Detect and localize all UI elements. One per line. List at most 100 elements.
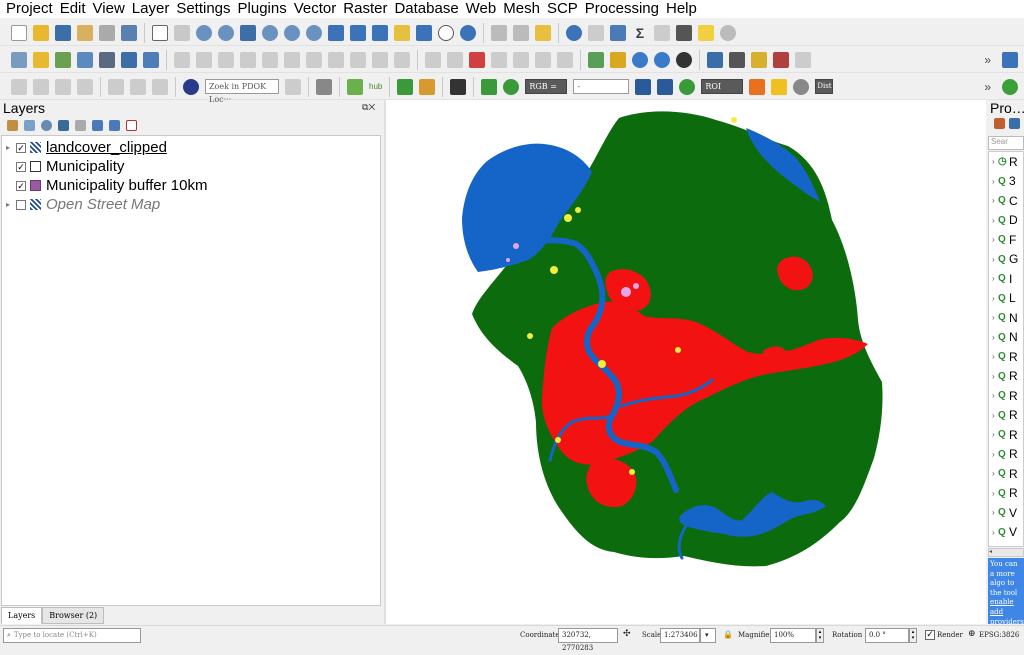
extents-toggle-icon[interactable]: ✣	[623, 629, 631, 639]
scp-rgb-next-icon[interactable]	[657, 78, 674, 95]
layer-row-landcover[interactable]: ▸ ✓ landcover_clipped	[6, 138, 167, 157]
expand-arrow-icon[interactable]: ›	[989, 489, 998, 498]
scale-combo[interactable]: 1:273406	[660, 628, 700, 643]
layer-row-municipality-buffer[interactable]: ✓ Municipality buffer 10km	[6, 176, 207, 195]
pan-icon[interactable]	[152, 24, 168, 41]
processing-provider-item[interactable]: › Q D	[989, 211, 1023, 231]
scp-tools-icon[interactable]	[450, 78, 467, 95]
processing-provider-item[interactable]: › Q R	[989, 445, 1023, 465]
scp-tool-2-icon[interactable]	[610, 51, 626, 68]
locator-search-input[interactable]: ⌕ Type to locate (Ctrl+K)	[3, 628, 141, 643]
help-icon[interactable]	[1002, 51, 1018, 68]
menu-help[interactable]: Help	[663, 0, 701, 18]
vector-tool-7-icon[interactable]	[152, 78, 168, 95]
copy-icon[interactable]	[328, 51, 344, 68]
open-project-icon[interactable]	[33, 24, 49, 41]
expand-arrow-icon[interactable]: ›	[989, 411, 998, 420]
menu-raster[interactable]: Raster	[340, 0, 391, 18]
locator-icon[interactable]	[720, 24, 736, 41]
zoom-full-icon[interactable]	[240, 24, 256, 41]
expand-arrow-icon[interactable]: ›	[989, 274, 998, 283]
add-wms-icon[interactable]	[121, 51, 137, 68]
scp-create-roi-icon[interactable]	[749, 78, 766, 95]
menu-vector[interactable]: Vector	[291, 0, 341, 18]
map-tips-icon[interactable]	[676, 24, 692, 41]
redo-icon[interactable]	[394, 51, 410, 68]
zoom-selection-icon[interactable]	[262, 24, 278, 41]
annotation-icon[interactable]	[698, 24, 714, 41]
select-by-value-icon[interactable]	[513, 24, 529, 41]
add-vector-layer-icon[interactable]	[55, 51, 71, 68]
vertex-tool-icon[interactable]	[262, 51, 278, 68]
crs-button[interactable]: EPSG:3826	[979, 631, 1019, 639]
expand-arrow-icon[interactable]: ›	[989, 313, 998, 322]
vector-tool-6-icon[interactable]	[130, 78, 146, 95]
scp-dock-icon[interactable]	[419, 78, 436, 95]
processing-toolbox-icon[interactable]	[610, 24, 626, 41]
magnifier-field[interactable]: 100%	[770, 628, 816, 643]
save-edits-icon[interactable]	[218, 51, 234, 68]
crs-globe-icon[interactable]: ⊕	[968, 629, 976, 639]
menu-processing[interactable]: Processing	[582, 0, 663, 18]
rgb-combo[interactable]: -	[573, 79, 630, 94]
new-bookmark-icon[interactable]	[394, 24, 410, 41]
menu-project[interactable]: Project	[0, 0, 57, 18]
expand-arrow-icon[interactable]: ›	[989, 469, 998, 478]
identify-icon[interactable]	[566, 24, 582, 41]
expand-arrow-icon[interactable]: ▸	[6, 200, 16, 209]
processing-horizontal-scrollbar[interactable]: ◂	[988, 548, 1024, 557]
processing-provider-item[interactable]: › Q G	[989, 250, 1023, 270]
zoom-layer-icon[interactable]	[284, 24, 300, 41]
delete-selected-icon[interactable]	[284, 51, 300, 68]
filter-legend-icon[interactable]	[58, 119, 69, 131]
scp-rgb-prev-icon[interactable]	[635, 78, 652, 95]
digitize-icon[interactable]	[77, 51, 93, 68]
scp-search-icon[interactable]	[397, 78, 414, 95]
processing-provider-item[interactable]: › Q R	[989, 464, 1023, 484]
processing-provider-item[interactable]: › Q R	[989, 484, 1023, 504]
layer-row-municipality[interactable]: ✓ Municipality	[6, 157, 124, 176]
current-edits-icon[interactable]	[174, 51, 190, 68]
expand-arrow-icon[interactable]: ›	[989, 177, 998, 186]
move-label-icon[interactable]	[513, 51, 529, 68]
magnifier-spinner[interactable]: ▴ ▾	[816, 628, 824, 643]
expand-arrow-icon[interactable]: ›	[989, 391, 998, 400]
rotate-label-icon[interactable]	[535, 51, 551, 68]
layout-manager-icon[interactable]	[99, 24, 115, 41]
panel-float-close-icons[interactable]: ⧉✕	[362, 102, 375, 113]
pdok-clear-icon[interactable]	[285, 78, 301, 95]
add-feature-icon[interactable]	[240, 51, 256, 68]
processing-provider-item[interactable]: › Q I	[989, 269, 1023, 289]
label-icon[interactable]	[425, 51, 441, 68]
zoom-native-icon[interactable]	[306, 24, 322, 41]
add-raster-layer-icon[interactable]	[99, 51, 115, 68]
menu-view[interactable]: View	[90, 0, 129, 18]
pdok-search-input[interactable]: Zoek in PDOK Loc···	[205, 79, 279, 104]
rotation-spinner[interactable]: ▴ ▾	[909, 628, 917, 643]
expand-arrow-icon[interactable]: ›	[989, 294, 998, 303]
scp-redo-icon[interactable]	[793, 78, 810, 95]
toggle-editing-icon[interactable]	[196, 51, 212, 68]
data-source-manager-icon[interactable]	[11, 51, 27, 68]
models-icon[interactable]	[994, 118, 1005, 129]
processing-provider-item[interactable]: › Q R	[989, 347, 1023, 367]
style-layer-icon[interactable]	[7, 119, 18, 131]
layer-visibility-checkbox[interactable]: ✓	[16, 142, 26, 153]
new-project-icon[interactable]	[11, 24, 27, 41]
style-manager-icon[interactable]	[121, 24, 137, 41]
vector-tool-2-icon[interactable]	[33, 78, 49, 95]
processing-provider-item[interactable]: › Q C	[989, 191, 1023, 211]
render-checkbox[interactable]: ✓	[925, 630, 935, 640]
vector-tool-3-icon[interactable]	[55, 78, 71, 95]
scp-band-icon[interactable]	[481, 78, 498, 95]
plugin-shield-icon[interactable]	[316, 78, 332, 95]
processing-provider-item[interactable]: › Q N	[989, 328, 1023, 348]
menu-web[interactable]: Web	[463, 0, 501, 18]
menu-settings[interactable]: Settings	[173, 0, 234, 18]
expand-arrow-icon[interactable]: ›	[989, 216, 998, 225]
expand-arrow-icon[interactable]: ›	[989, 450, 998, 459]
vector-tool-1-icon[interactable]	[11, 78, 27, 95]
remove-layer-icon[interactable]	[126, 119, 137, 131]
processing-provider-item[interactable]: › Q 3	[989, 172, 1023, 192]
cut-icon[interactable]	[306, 51, 322, 68]
